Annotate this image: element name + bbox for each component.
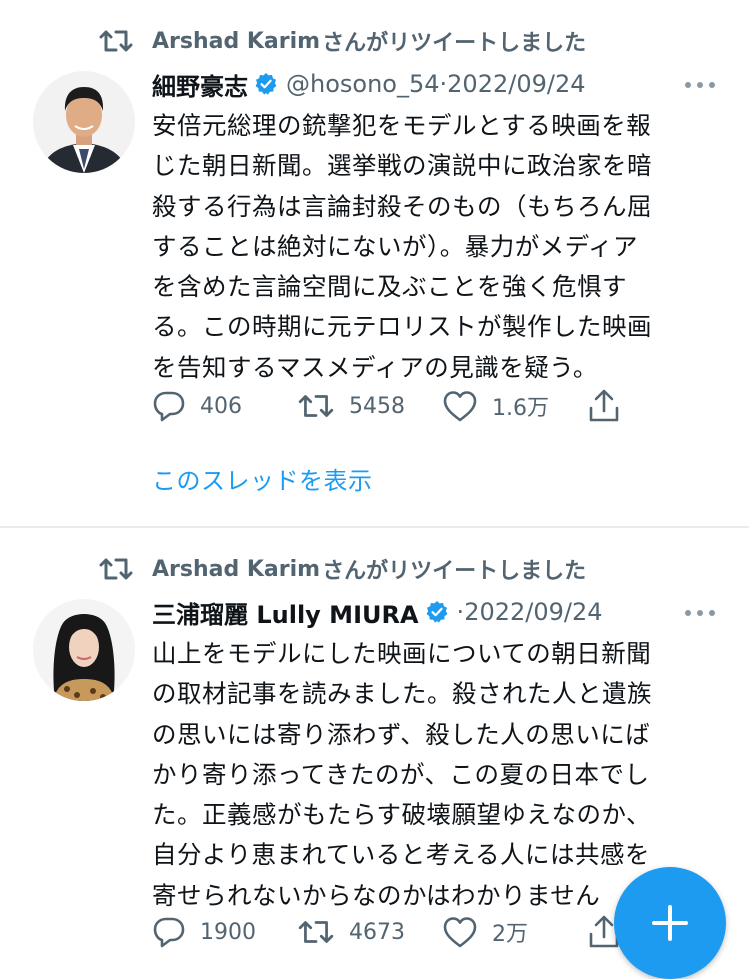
tweet-actions: 1900 4673 2万 xyxy=(152,914,632,950)
compose-tweet-button[interactable] xyxy=(614,867,726,979)
tweet-text: 安倍元総理の銃撃犯をモデルとする映画を報 じた朝日新聞。選挙戦の演説中に政治家を… xyxy=(152,106,722,388)
tweet-text-line: を告知するマスメディアの見識を疑う。 xyxy=(152,352,598,382)
retweet-icon xyxy=(298,395,334,417)
more-options-icon[interactable] xyxy=(685,608,715,618)
reply-button[interactable]: 406 xyxy=(152,388,242,424)
reply-button[interactable]: 1900 xyxy=(152,914,256,950)
retweeter-name[interactable]: Arshad Karim xyxy=(152,557,320,582)
avatar-photo xyxy=(33,71,135,173)
retweet-icon xyxy=(99,558,133,580)
tweet-text-line: る。この時期に元テロリストが製作した映画 xyxy=(152,312,652,342)
header-separator: · xyxy=(456,598,465,626)
reply-count: 406 xyxy=(200,393,242,419)
reply-icon xyxy=(153,391,185,422)
plus-icon xyxy=(652,905,688,941)
tweet-text-line: じた朝日新聞。選挙戦の演説中に政治家を暗 xyxy=(152,151,652,181)
tweet-text-line: 安倍元総理の銃撃犯をモデルとする映画を報 xyxy=(152,111,652,140)
reply-icon xyxy=(153,917,185,948)
reply-count: 1900 xyxy=(200,919,256,945)
retweeter-name[interactable]: Arshad Karim xyxy=(152,29,320,54)
avatar-photo xyxy=(33,599,135,701)
show-thread-link[interactable]: このスレッドを表示 xyxy=(152,461,373,496)
tweet-text-line: かり寄り添ってきたのが、この夏の日本でし xyxy=(152,759,650,789)
retweet-context: Arshad Karim さんがリツイートしました xyxy=(98,554,586,584)
like-count: 1.6万 xyxy=(492,396,549,421)
like-button[interactable]: 1.6万 xyxy=(442,388,549,424)
share-button[interactable] xyxy=(587,388,635,424)
tweet-text-line: を含めた言論空間に及ぶことを強く危惧す xyxy=(152,272,627,302)
tweet-text: 山上をモデルにした映画についての朝日新聞 の取材記事を読みました。殺された人と遺… xyxy=(152,634,722,916)
retweet-context: Arshad Karim さんがリツイートしました xyxy=(98,26,586,56)
author-handle[interactable]: @hosono_54 xyxy=(286,70,440,98)
tweet-text-line: 殺する行為は言論封殺そのもの（もちろん屈 xyxy=(152,191,652,221)
retweet-button[interactable]: 4673 xyxy=(297,914,405,950)
author-name[interactable]: 三浦瑠麗 Lully MIURA xyxy=(152,595,419,630)
avatar[interactable] xyxy=(33,71,135,173)
tweet-header: 三浦瑠麗 Lully MIURA · 2022/09/24 xyxy=(152,594,603,630)
tweet-text-line: の思いには寄り添わず、殺した人の思いにば xyxy=(152,719,651,749)
tweet-text-line: することは絶対にないが）。暴力がメディア xyxy=(152,231,639,261)
avatar[interactable] xyxy=(33,599,135,701)
tweet-text-line: 山上をモデルにした映画についての朝日新聞 xyxy=(152,639,652,668)
tweet-date[interactable]: 2022/09/24 xyxy=(447,70,585,98)
heart-icon xyxy=(443,391,477,422)
tweet-header: 細野豪志 @hosono_54 · 2022/09/24 xyxy=(152,66,585,102)
like-button[interactable]: 2万 xyxy=(442,914,528,950)
retweet-icon xyxy=(298,921,334,943)
retweet-suffix: さんがリツイートしました xyxy=(322,559,587,584)
tweet-text-line: 自分より恵まれていると考える人には共感を xyxy=(152,840,651,870)
tweet-actions: 406 5458 1.6万 xyxy=(152,388,632,424)
retweet-suffix: さんがリツイートしました xyxy=(322,31,587,56)
retweet-button[interactable]: 5458 xyxy=(297,388,405,424)
share-icon xyxy=(589,389,619,422)
tweet-date[interactable]: 2022/09/24 xyxy=(464,598,602,626)
tweet-1[interactable]: Arshad Karim さんがリツイートしました 細野豪志 @hosono_5… xyxy=(0,0,749,527)
retweet-count: 5458 xyxy=(349,393,405,419)
author-name[interactable]: 細野豪志 xyxy=(152,67,248,102)
verified-badge-icon xyxy=(426,601,447,623)
more-options-icon[interactable] xyxy=(685,80,715,90)
like-count: 2万 xyxy=(492,922,528,947)
header-separator: · xyxy=(439,70,448,98)
heart-icon xyxy=(443,917,477,948)
tweet-text-line: の取材記事を読みました。殺された人と遺族 xyxy=(152,679,652,709)
verified-badge-icon xyxy=(255,73,277,95)
tweet-text-line: た。正義感がもたらす破壊願望ゆえなのか、 xyxy=(152,800,652,830)
retweet-icon xyxy=(99,30,133,52)
retweet-count: 4673 xyxy=(349,919,405,945)
